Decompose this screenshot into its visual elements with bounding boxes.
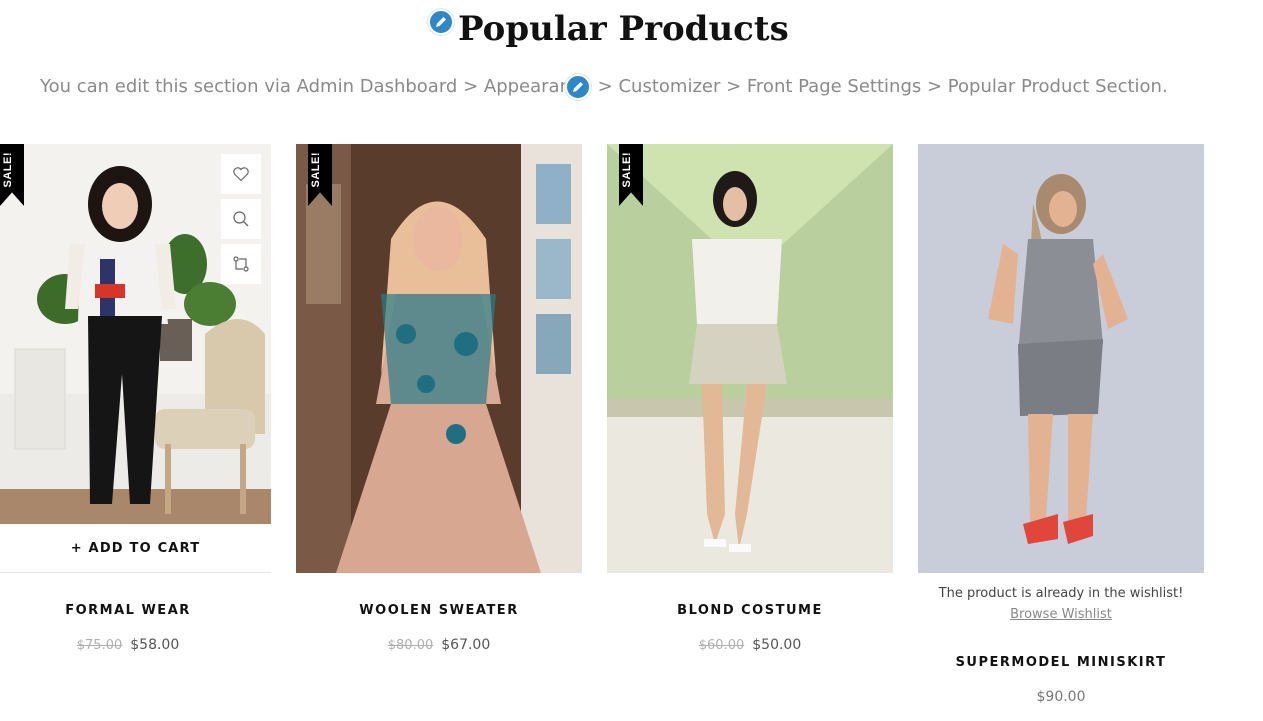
product-name[interactable]: BLOND COSTUME <box>607 603 893 618</box>
product-actions <box>221 154 261 284</box>
product-price: $80.00 $67.00 <box>296 637 582 653</box>
browse-wishlist-link[interactable]: Browse Wishlist <box>1010 607 1112 622</box>
heart-icon <box>233 167 249 182</box>
sale-price: $67.00 <box>441 637 491 653</box>
wishlist-notice: The product is already in the wishlist! … <box>918 583 1204 625</box>
product-name[interactable]: FORMAL WEAR <box>0 603 256 618</box>
product-image[interactable]: SALE! <box>0 144 271 524</box>
old-price: $60.00 <box>698 638 745 653</box>
product-card[interactable] <box>918 144 1204 573</box>
product-image[interactable]: SALE! <box>296 144 582 573</box>
sale-price: $58.00 <box>130 637 180 653</box>
sale-badge-label: SALE! <box>310 152 322 188</box>
product-image[interactable] <box>918 144 1204 573</box>
product-price: $60.00 $50.00 <box>607 637 893 653</box>
section-title: Popular Products <box>458 9 789 49</box>
product-card[interactable]: SALE! + ADD TO CART <box>0 144 271 573</box>
product-name[interactable]: WOOLEN SWEATER <box>296 603 582 618</box>
product-photo <box>918 144 1204 573</box>
product-card[interactable]: SALE! <box>296 144 582 573</box>
pencil-icon <box>436 17 446 27</box>
sale-badge-label: SALE! <box>2 152 14 188</box>
add-to-cart-button[interactable]: + ADD TO CART <box>0 524 271 573</box>
product-photo <box>296 144 582 573</box>
product-card[interactable]: SALE! <box>607 144 893 573</box>
section-description: You can edit this section via Admin Dash… <box>40 76 1168 97</box>
edit-description-button[interactable] <box>565 74 591 100</box>
wishlist-button[interactable] <box>221 154 261 194</box>
price: $90.00 <box>1036 689 1086 705</box>
product-photo <box>607 144 893 573</box>
quick-view-button[interactable] <box>221 199 261 239</box>
old-price: $75.00 <box>76 638 123 653</box>
product-price: $90.00 <box>918 689 1204 705</box>
compare-icon <box>233 256 249 272</box>
product-name[interactable]: SUPERMODEL MINISKIRT <box>918 655 1204 670</box>
old-price: $80.00 <box>387 638 434 653</box>
compare-button[interactable] <box>221 244 261 284</box>
sale-badge-label: SALE! <box>621 152 633 188</box>
pencil-icon <box>573 82 583 92</box>
sale-price: $50.00 <box>752 637 802 653</box>
product-price: $75.00 $58.00 <box>0 637 256 653</box>
edit-title-button[interactable] <box>428 9 454 35</box>
product-image[interactable]: SALE! <box>607 144 893 573</box>
search-icon <box>233 211 249 227</box>
wishlist-message: The product is already in the wishlist! <box>938 586 1184 601</box>
